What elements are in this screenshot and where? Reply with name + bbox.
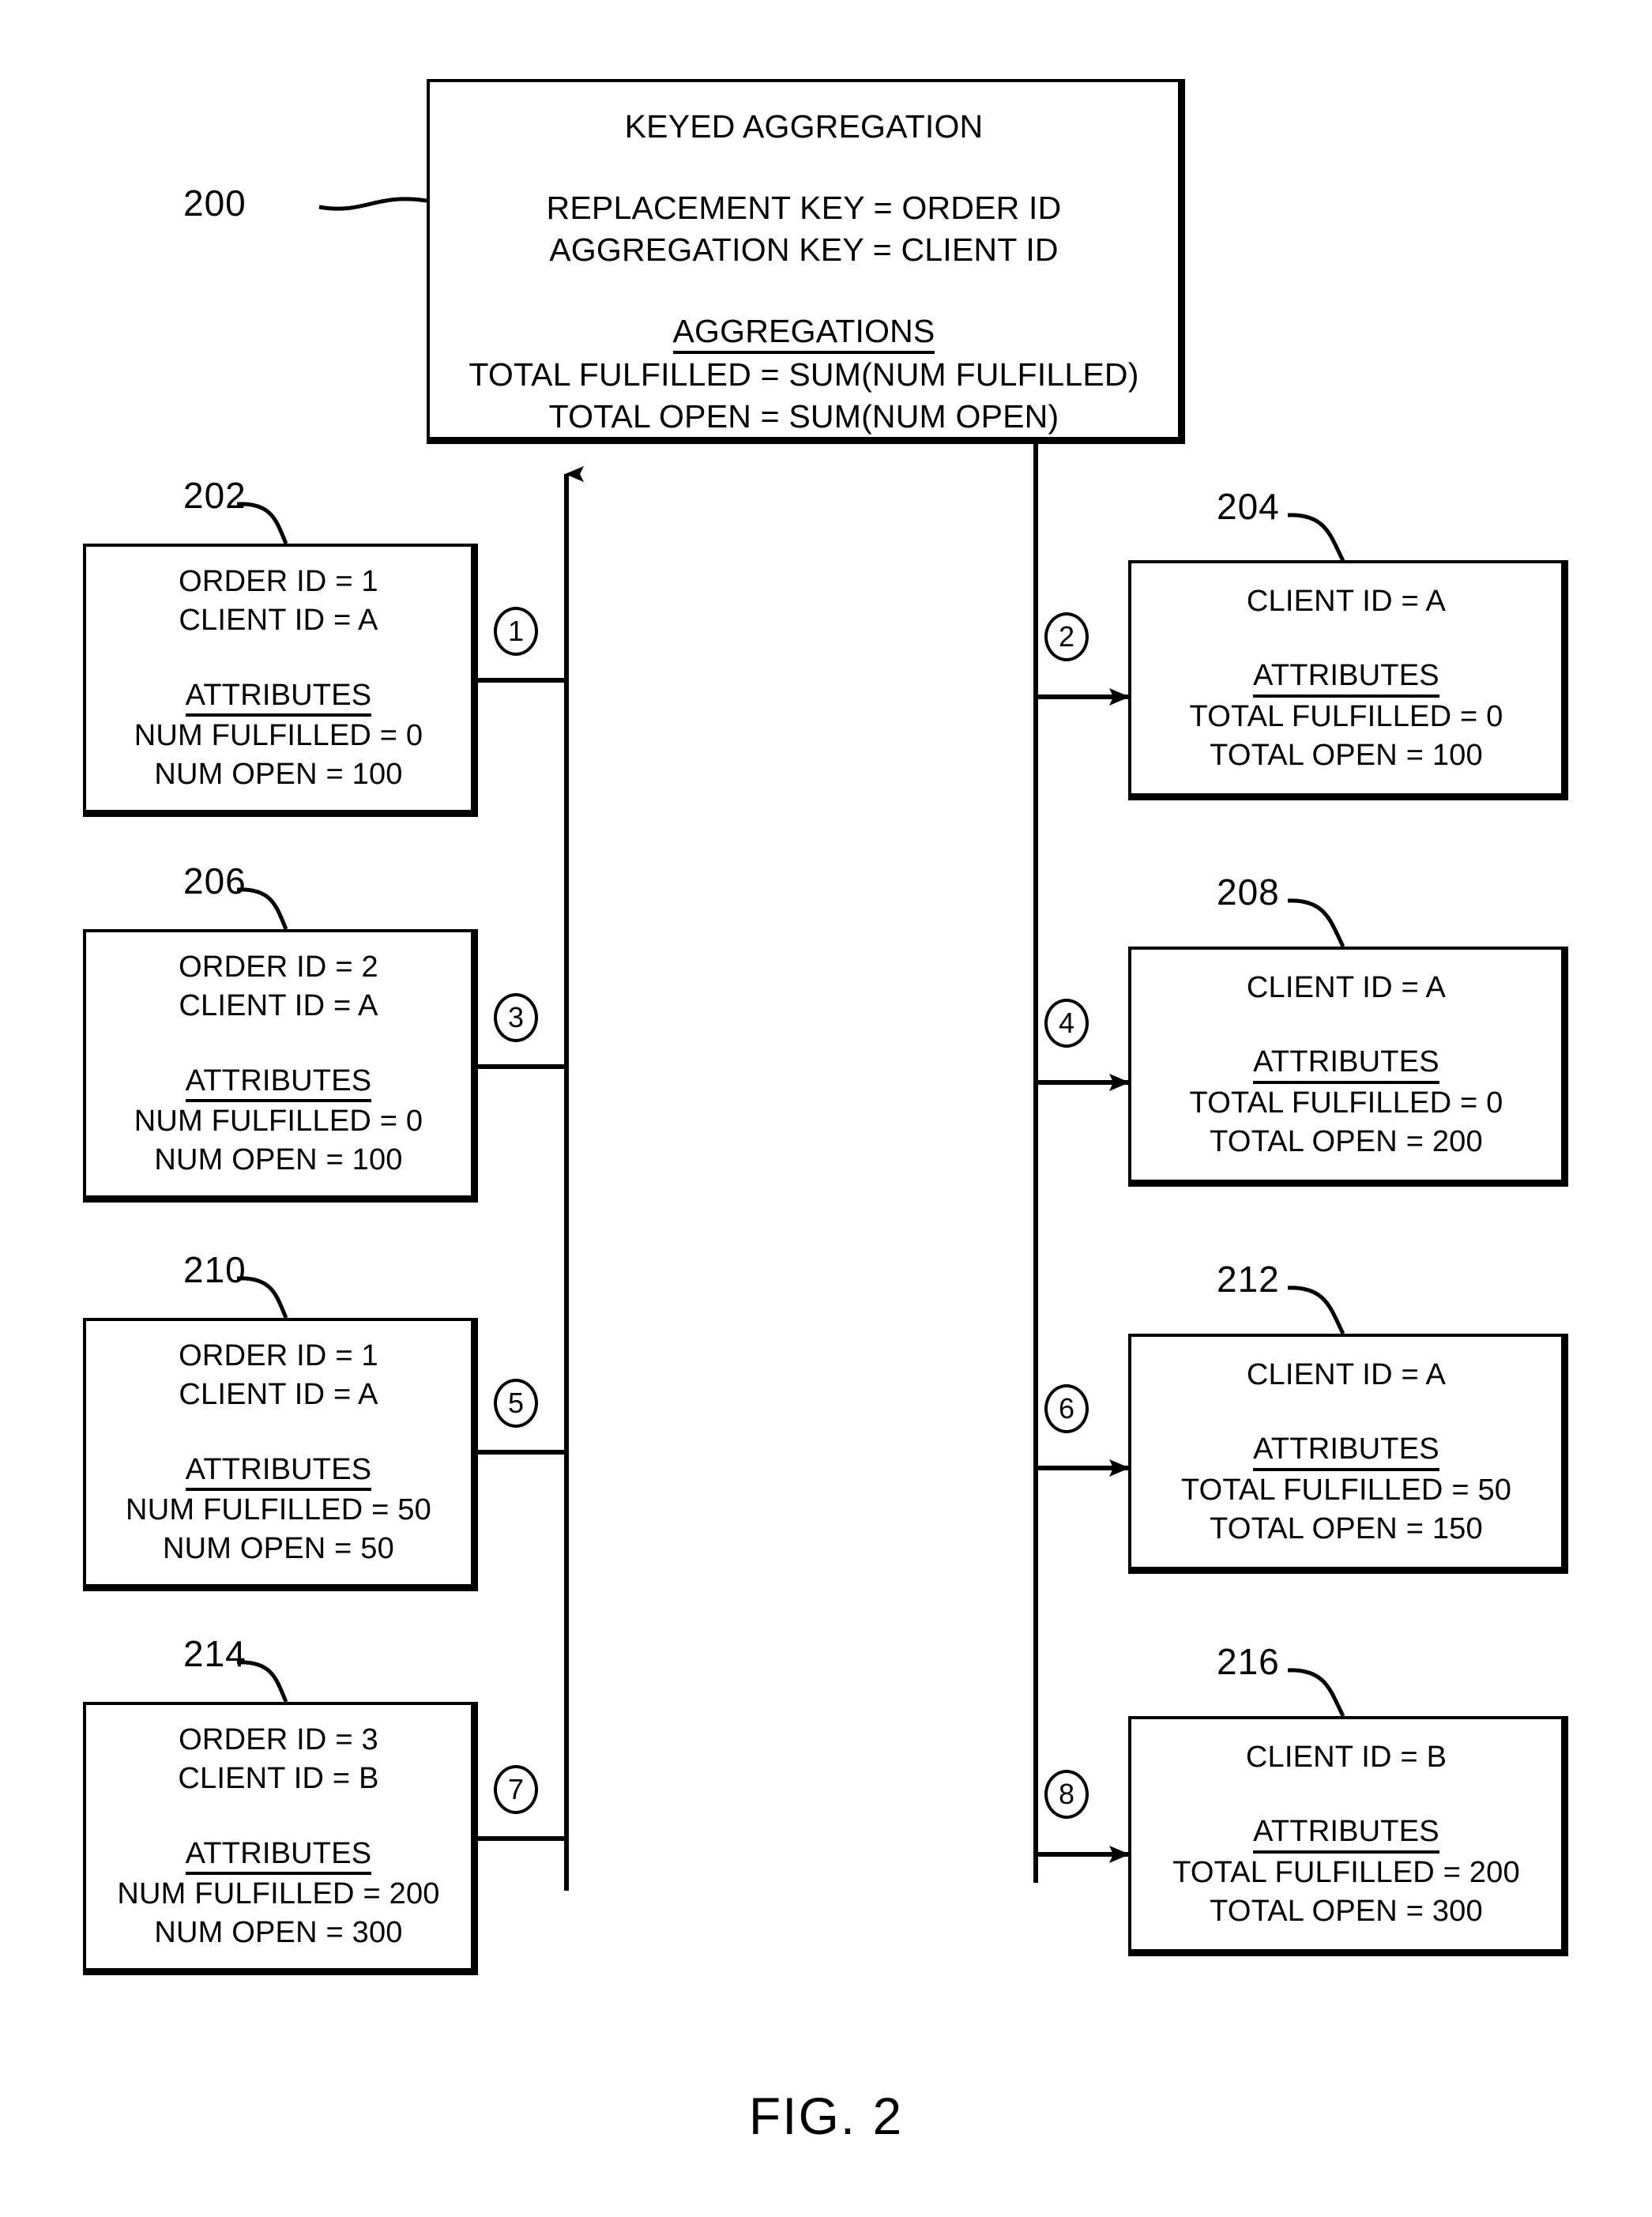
attributes-heading-row: ATTRIBUTES	[86, 1451, 471, 1492]
attribute-total-open: TOTAL OPEN = 150	[1210, 1511, 1483, 1545]
input-node-210[interactable]: ORDER ID = 1 CLIENT ID = A ATTRIBUTES NU…	[83, 1318, 478, 1591]
attribute-num-fulfilled: NUM FULFILLED = 0	[134, 1105, 423, 1139]
attribute-total-open: TOTAL OPEN = 200	[1210, 1124, 1483, 1158]
leader-208	[1287, 898, 1345, 948]
attributes-heading: ATTRIBUTES	[185, 1836, 372, 1876]
patent-figure-2: KEYED AGGREGATION REPLACEMENT KEY = ORDE…	[0, 0, 1652, 2217]
output-node-212[interactable]: CLIENT ID = A ATTRIBUTES TOTAL FULFILLED…	[1128, 1334, 1568, 1574]
attribute-num-fulfilled: NUM FULFILLED = 200	[117, 1877, 440, 1911]
order-id-label: ORDER ID = 1	[179, 1339, 378, 1373]
attribute-total-fulfilled: TOTAL FULFILLED = 0	[1189, 1086, 1503, 1120]
output-node-204[interactable]: CLIENT ID = A ATTRIBUTES TOTAL FULFILLED…	[1128, 560, 1568, 800]
client-id-label: CLIENT ID = A	[1246, 584, 1447, 618]
attributes-heading: ATTRIBUTES	[185, 1452, 372, 1492]
leader-200	[318, 197, 427, 211]
attributes-heading-row: ATTRIBUTES	[1131, 1430, 1561, 1472]
input-node-214[interactable]: ORDER ID = 3 CLIENT ID = B ATTRIBUTES NU…	[83, 1702, 478, 1975]
attributes-heading-row: ATTRIBUTES	[1131, 657, 1561, 698]
output-node-208[interactable]: CLIENT ID = A ATTRIBUTES TOTAL FULFILLED…	[1128, 947, 1568, 1187]
attributes-heading-row: ATTRIBUTES	[86, 1062, 471, 1103]
attributes-heading-row: ATTRIBUTES	[86, 1835, 471, 1876]
ref-numeral-208: 208	[1217, 871, 1280, 913]
client-id-label: CLIENT ID = A	[179, 988, 378, 1022]
ref-numeral-216: 216	[1217, 1641, 1280, 1682]
ref-numeral-212: 212	[1217, 1259, 1280, 1300]
output-node-216[interactable]: CLIENT ID = B ATTRIBUTES TOTAL FULFILLED…	[1128, 1716, 1568, 1956]
client-id-label: CLIENT ID = B	[1245, 1740, 1447, 1774]
leader-212	[1287, 1285, 1345, 1335]
client-id-label: CLIENT ID = A	[1246, 970, 1447, 1004]
step-circle-5: 5	[494, 1379, 538, 1428]
input-node-202[interactable]: ORDER ID = 1 CLIENT ID = A ATTRIBUTES NU…	[83, 544, 478, 817]
attributes-heading: ATTRIBUTES	[185, 678, 372, 717]
order-id-label: ORDER ID = 2	[179, 950, 378, 984]
attribute-total-fulfilled: TOTAL FULFILLED = 0	[1189, 700, 1503, 734]
aggregation-key-line: AGGREGATION KEY = CLIENT ID	[549, 231, 1059, 268]
order-id-label: ORDER ID = 3	[179, 1723, 378, 1757]
ref-numeral-204: 204	[1217, 486, 1280, 527]
ref-numeral-202: 202	[183, 475, 246, 516]
step-circle-4: 4	[1044, 999, 1089, 1048]
replacement-key-line: REPLACEMENT KEY = ORDER ID	[546, 190, 1062, 227]
client-id-label: CLIENT ID = A	[179, 603, 378, 637]
attributes-heading: ATTRIBUTES	[1253, 1045, 1439, 1085]
aggregations-heading-row: AGGREGATIONS	[430, 311, 1178, 355]
keyed-aggregation-node[interactable]: KEYED AGGREGATION REPLACEMENT KEY = ORDE…	[427, 79, 1185, 444]
aggregations-heading: AGGREGATIONS	[672, 312, 935, 355]
attribute-total-open: TOTAL OPEN = 300	[1210, 1894, 1483, 1928]
ref-numeral-214: 214	[183, 1633, 246, 1674]
attribute-total-fulfilled: TOTAL FULFILLED = 50	[1180, 1474, 1512, 1507]
attributes-heading-row: ATTRIBUTES	[1131, 1043, 1561, 1085]
attribute-num-fulfilled: NUM FULFILLED = 0	[134, 719, 423, 753]
client-id-label: CLIENT ID = A	[1246, 1357, 1447, 1391]
step-circle-6: 6	[1044, 1384, 1089, 1433]
ref-numeral-206: 206	[183, 860, 246, 901]
leader-216	[1287, 1668, 1345, 1718]
client-id-label: CLIENT ID = B	[178, 1761, 379, 1795]
attributes-heading: ATTRIBUTES	[185, 1063, 372, 1103]
figure-caption: FIG. 2	[748, 2087, 904, 2145]
ref-numeral-200: 200	[183, 183, 246, 224]
aggregation-title: KEYED AGGREGATION	[624, 108, 984, 145]
aggregation-expr-1: TOTAL FULFILLED = SUM(NUM FULFILLED)	[469, 356, 1139, 393]
attributes-heading: ATTRIBUTES	[1253, 1814, 1439, 1854]
attribute-num-open: NUM OPEN = 100	[154, 758, 403, 792]
step-circle-3: 3	[494, 993, 538, 1042]
step-circle-1: 1	[494, 607, 538, 656]
attributes-heading: ATTRIBUTES	[1253, 658, 1439, 698]
ref-numeral-210: 210	[183, 1249, 246, 1290]
attribute-total-open: TOTAL OPEN = 100	[1210, 738, 1483, 772]
client-id-label: CLIENT ID = A	[179, 1377, 378, 1411]
step-circle-8: 8	[1044, 1770, 1089, 1819]
aggregation-expr-2: TOTAL OPEN = SUM(NUM OPEN)	[548, 397, 1059, 435]
step-circle-7: 7	[494, 1765, 538, 1814]
attribute-num-open: NUM OPEN = 100	[154, 1143, 403, 1177]
order-id-label: ORDER ID = 1	[179, 565, 378, 599]
attributes-heading-row: ATTRIBUTES	[1131, 1812, 1561, 1854]
input-node-206[interactable]: ORDER ID = 2 CLIENT ID = A ATTRIBUTES NU…	[83, 929, 478, 1203]
step-circle-2: 2	[1044, 612, 1089, 661]
attribute-num-open: NUM OPEN = 300	[154, 1916, 403, 1950]
leader-204	[1287, 513, 1345, 563]
attribute-num-fulfilled: NUM FULFILLED = 50	[126, 1493, 431, 1527]
attributes-heading-row: ATTRIBUTES	[86, 676, 471, 717]
attribute-total-fulfilled: TOTAL FULFILLED = 200	[1172, 1856, 1520, 1890]
attributes-heading: ATTRIBUTES	[1253, 1432, 1439, 1472]
attribute-num-open: NUM OPEN = 50	[163, 1532, 394, 1566]
